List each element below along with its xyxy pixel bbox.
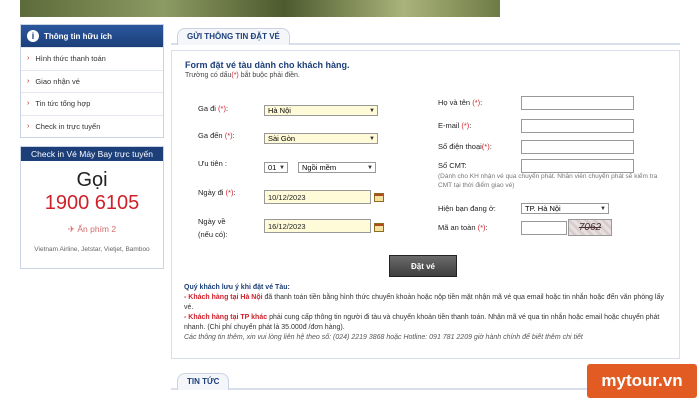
captcha-image: 7062 <box>568 219 612 236</box>
chevron-down-icon: ▼ <box>369 136 375 142</box>
phone-label-text: Số điện thoại <box>438 142 482 151</box>
colon: : <box>469 121 472 130</box>
chevron-down-icon: ▼ <box>279 165 285 171</box>
useful-info-title: Thông tin hữu ích <box>44 31 112 41</box>
bullet-icon: › <box>27 77 30 85</box>
phone-label: Số điện thoại(*): <box>438 142 492 151</box>
from-station-label: Ga đi (*): <box>198 104 228 113</box>
depart-label-text: Ngày đi <box>198 188 224 197</box>
id-delivery-note: (Dành cho KH nhận vé qua chuyển phát. Nh… <box>438 173 658 189</box>
ticket-quantity-value: 01 <box>268 163 277 172</box>
bullet-icon: › <box>27 100 30 108</box>
watermark-logo: mytour.vn <box>587 364 697 398</box>
hotline-number[interactable]: 1900 6105 <box>21 192 163 215</box>
top-banner-image <box>20 0 500 17</box>
to-station-value: Sài Gòn <box>268 134 296 143</box>
booking-form-panel: Form đặt vé tàu dành cho khách hàng. Trư… <box>171 50 680 359</box>
colon: : <box>489 142 492 151</box>
airline-list: Vietnam Airline, Jetstar, Vietjet, Bambo… <box>34 246 150 253</box>
required-star: (*) <box>231 72 239 79</box>
checkin-title: Check in Vé Máy Bay trực tuyến <box>21 147 163 161</box>
bullet-icon: › <box>27 55 30 63</box>
email-label-text: E-mail <box>438 121 460 130</box>
chevron-down-icon: ▼ <box>369 108 375 114</box>
required-star: (*) <box>481 142 490 151</box>
checkin-hotline-box: Check in Vé Máy Bay trực tuyến Gọi 1900 … <box>20 146 164 269</box>
id-number-label: Số CMT: <box>438 161 467 170</box>
from-station-value: Hà Nội <box>268 106 291 115</box>
sidebar-item-label: Tin tức tổng hợp <box>35 99 91 109</box>
id-number-input[interactable] <box>521 159 634 173</box>
colon: : <box>225 104 229 113</box>
full-name-input[interactable] <box>521 96 634 110</box>
tab-news[interactable]: TIN TỨC <box>177 373 230 390</box>
note-other-city-label: Khách hàng tại TP khác <box>188 314 268 321</box>
sidebar-item-delivery[interactable]: › Giao nhận vé <box>21 69 163 93</box>
calendar-icon[interactable] <box>374 193 384 202</box>
colon: : <box>232 131 235 140</box>
required-star: (*) <box>477 223 486 232</box>
location-select[interactable]: TP. Hà Nội ▼ <box>521 203 609 214</box>
ticket-quantity-select[interactable]: 01 ▼ <box>264 162 288 173</box>
booking-tab-bar: GỬI THÔNG TIN ĐẶT VÉ <box>171 24 680 45</box>
colon: : <box>233 188 236 197</box>
bullet-icon: › <box>27 122 30 130</box>
colon: : <box>485 223 488 232</box>
chevron-down-icon: ▼ <box>367 165 373 171</box>
captcha-input[interactable] <box>521 221 567 235</box>
depart-date-label: Ngày đi (*): <box>198 188 236 197</box>
captcha-label: Mã an toàn (*): <box>438 223 488 232</box>
required-note: Trường có dấu(*) bắt buộc phải điền. <box>185 72 300 79</box>
seat-type-select[interactable]: Ngồi mềm ▼ <box>298 162 376 173</box>
calendar-icon[interactable] <box>374 223 384 232</box>
from-station-select[interactable]: Hà Nội ▼ <box>264 105 378 116</box>
depart-date-input[interactable]: 10/12/2023 <box>264 190 371 204</box>
chevron-down-icon: ▼ <box>600 206 606 212</box>
required-note-prefix: Trường có dấu <box>185 72 232 79</box>
location-label: Hiện bạn đang ở: <box>438 204 496 213</box>
notes-title: Quý khách lưu ý khi đặt vé Tàu: <box>184 284 290 291</box>
booking-notes: Quý khách lưu ý khi đặt vé Tàu: - Khách … <box>184 283 674 343</box>
full-name-label: Họ và tên (*): <box>438 98 482 107</box>
email-input[interactable] <box>521 119 634 133</box>
sidebar-item-label: Check in trực tuyến <box>35 121 101 131</box>
note-other-city: - Khách hàng tại TP khác phải cung cấp t… <box>184 313 674 333</box>
colon: : <box>480 98 483 107</box>
return-date-sublabel: (nếu có): <box>198 230 228 239</box>
sidebar-item-checkin[interactable]: › Check in trực tuyến <box>21 114 163 138</box>
sidebar: i Thông tin hữu ích › Hình thức thanh to… <box>20 24 164 269</box>
required-star: (*) <box>218 104 226 113</box>
seat-type-value: Ngồi mềm <box>302 163 337 172</box>
captcha-label-text: Mã an toàn <box>438 223 476 232</box>
sidebar-item-label: Giao nhận vé <box>35 76 80 86</box>
required-star: (*) <box>472 98 481 107</box>
to-station-select[interactable]: Sài Gòn ▼ <box>264 133 378 144</box>
extension-instruction: ✈ Ấn phím 2 <box>67 224 117 234</box>
call-label: Gọi <box>76 169 108 191</box>
useful-info-header: i Thông tin hữu ích <box>21 25 163 47</box>
contact-note: Các thông tin thêm, xin vui lòng liên hệ… <box>184 334 583 341</box>
priority-label: Ưu tiên : <box>198 159 227 168</box>
name-label-text: Họ và tên <box>438 98 471 107</box>
form-title: Form đặt vé tàu dành cho khách hàng. <box>185 60 350 70</box>
phone-input[interactable] <box>521 140 634 154</box>
sidebar-item-payment[interactable]: › Hình thức thanh toán <box>21 47 163 70</box>
required-note-suffix: bắt buộc phải điền. <box>240 72 300 79</box>
note-hanoi-label: Khách hàng tại Hà Nội <box>188 294 263 301</box>
useful-info-box: i Thông tin hữu ích › Hình thức thanh to… <box>20 24 164 138</box>
from-label-text: Ga đi <box>198 104 216 113</box>
book-ticket-button[interactable]: Đặt vé <box>389 255 457 277</box>
to-station-label: Ga đến (*): <box>198 131 235 140</box>
email-label: E-mail (*): <box>438 121 471 130</box>
return-date-input[interactable]: 16/12/2023 <box>264 219 371 233</box>
location-value: TP. Hà Nội <box>525 204 561 213</box>
note-hanoi: - Khách hàng tại Hà Nội đã thanh toán ti… <box>184 293 674 313</box>
return-date-label: Ngày về <box>198 217 226 226</box>
sidebar-item-news[interactable]: › Tin tức tổng hợp <box>21 92 163 115</box>
info-icon: i <box>27 30 39 42</box>
required-star: (*) <box>224 131 233 140</box>
to-label-text: Ga đến <box>198 131 223 140</box>
tab-booking-info[interactable]: GỬI THÔNG TIN ĐẶT VÉ <box>177 28 290 45</box>
sidebar-item-label: Hình thức thanh toán <box>35 54 106 64</box>
